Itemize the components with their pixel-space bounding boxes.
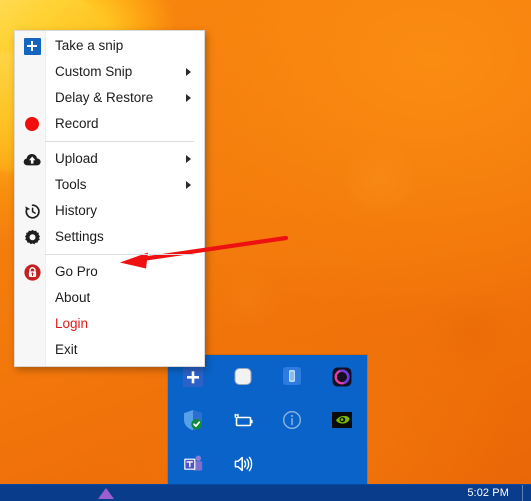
chevron-right-icon <box>186 155 191 163</box>
menu-item-label: About <box>55 290 91 306</box>
desktop-screen: Take a snip Custom Snip Delay & Restore … <box>0 0 531 501</box>
menu-item-icon-slot <box>19 174 45 196</box>
menu-item-label: Settings <box>55 229 104 245</box>
menu-item-take-a-snip[interactable]: Take a snip <box>15 33 204 59</box>
tray-icon-dark-circle-app[interactable] <box>317 355 367 399</box>
tray-icon-onedrive[interactable] <box>218 355 268 399</box>
info-circle-icon <box>283 411 302 430</box>
blue-battery-app-icon <box>283 366 302 385</box>
tray-cell-empty-2 <box>317 442 367 486</box>
chevron-right-icon <box>186 68 191 76</box>
menu-item-label: Login <box>55 316 89 332</box>
snipping-tool-tray-menu[interactable]: Take a snip Custom Snip Delay & Restore … <box>14 30 205 367</box>
menu-item-icon-slot <box>19 61 45 83</box>
show-hidden-icons-chevron[interactable] <box>98 488 114 499</box>
menu-item-label: Record <box>55 116 99 132</box>
tray-icon-nvidia[interactable] <box>317 399 367 443</box>
tray-cell-empty-1 <box>268 442 318 486</box>
menu-item-settings[interactable]: Settings <box>15 224 204 250</box>
chevron-right-icon <box>186 94 191 102</box>
tray-icon-battery-app[interactable] <box>268 355 318 399</box>
menu-item-label: Go Pro <box>55 264 98 280</box>
menu-item-delay-restore[interactable]: Delay & Restore <box>15 85 204 111</box>
menu-item-icon-slot <box>19 313 45 335</box>
dark-circle-ring-icon <box>332 367 352 387</box>
tray-icon-battery-charging[interactable] <box>218 399 268 443</box>
tray-icon-microsoft-teams[interactable] <box>168 442 218 486</box>
speaker-volume-icon <box>234 456 252 472</box>
menu-item-icon-slot <box>19 287 45 309</box>
gear-icon <box>19 226 45 248</box>
snip-plus-icon <box>19 35 45 57</box>
menu-item-exit[interactable]: Exit <box>15 337 204 363</box>
menu-item-record[interactable]: Record <box>15 111 204 137</box>
tray-icon-windows-security[interactable] <box>168 399 218 443</box>
show-desktop-divider[interactable] <box>522 485 523 501</box>
tray-icon-volume[interactable] <box>218 442 268 486</box>
hidden-icons-flyout[interactable] <box>168 355 367 486</box>
menu-item-custom-snip[interactable]: Custom Snip <box>15 59 204 85</box>
battery-plug-icon <box>234 414 253 427</box>
menu-item-go-pro[interactable]: Go Pro <box>15 259 204 285</box>
tray-icon-info[interactable] <box>268 399 318 443</box>
menu-item-tools[interactable]: Tools <box>15 172 204 198</box>
white-cloud-square-icon <box>234 367 252 385</box>
nvidia-eye-icon <box>332 412 353 429</box>
menu-item-label: Take a snip <box>55 38 124 54</box>
chevron-right-icon <box>186 181 191 189</box>
shield-check-icon <box>183 410 202 431</box>
menu-separator-2 <box>45 254 194 255</box>
menu-item-label: Tools <box>55 177 87 193</box>
snip-plus-icon <box>182 366 203 387</box>
menu-item-login[interactable]: Login <box>15 311 204 337</box>
menu-item-icon-slot <box>19 87 45 109</box>
menu-item-label: History <box>55 203 98 219</box>
lock-badge-icon <box>19 261 45 283</box>
menu-item-label: Delay & Restore <box>55 90 154 106</box>
windows-taskbar[interactable]: 5:02 PM <box>0 484 531 501</box>
menu-item-label: Custom Snip <box>55 64 133 80</box>
menu-separator-1 <box>45 141 194 142</box>
history-clock-icon <box>19 200 45 222</box>
menu-item-label: Exit <box>55 342 78 358</box>
menu-item-upload[interactable]: Upload <box>15 146 204 172</box>
menu-item-about[interactable]: About <box>15 285 204 311</box>
record-dot-icon <box>19 113 45 135</box>
taskbar-clock[interactable]: 5:02 PM <box>467 486 509 500</box>
menu-item-icon-slot <box>19 339 45 361</box>
menu-item-label: Upload <box>55 151 98 167</box>
teams-icon <box>184 455 203 471</box>
cloud-upload-icon <box>19 148 45 170</box>
menu-item-history[interactable]: History <box>15 198 204 224</box>
